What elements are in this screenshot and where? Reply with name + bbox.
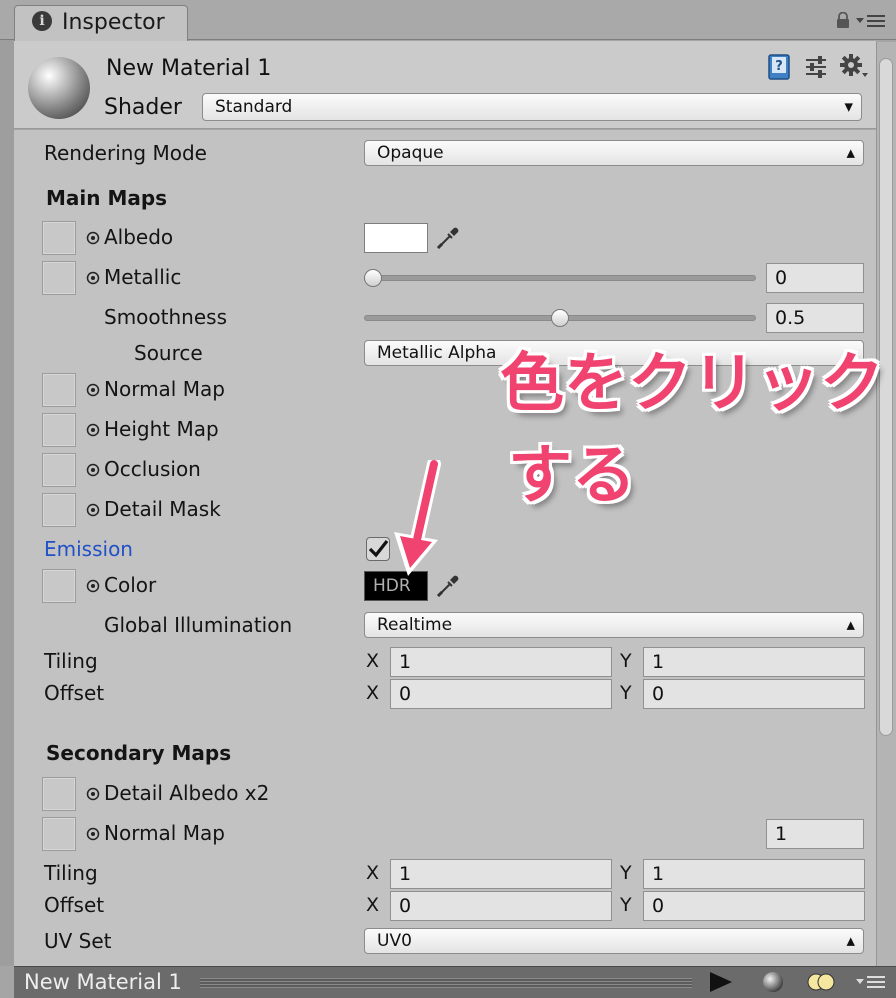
height-map-texture-slot[interactable] bbox=[42, 413, 76, 447]
shader-label: Shader bbox=[104, 95, 182, 120]
info-icon: i bbox=[32, 11, 52, 31]
shader-dropdown[interactable]: Standard ▼ bbox=[202, 93, 862, 121]
rendering-mode-value: Opaque bbox=[377, 143, 444, 163]
secondary-tiling-x-field[interactable]: 1 bbox=[390, 859, 612, 889]
target-icon[interactable] bbox=[86, 423, 100, 437]
chevron-down-icon: ▼ bbox=[844, 100, 853, 114]
menu-icon[interactable] bbox=[856, 974, 886, 990]
material-name: New Material 1 bbox=[106, 56, 272, 81]
occlusion-label: Occlusion bbox=[104, 457, 201, 481]
target-icon[interactable] bbox=[86, 787, 100, 801]
tiling-label: Tiling bbox=[44, 649, 98, 673]
tiling-x-field[interactable]: 1 bbox=[390, 647, 612, 677]
smoothness-value-field[interactable]: 0.5 bbox=[766, 303, 864, 333]
albedo-color-swatch[interactable] bbox=[364, 223, 428, 253]
emission-color-texture-slot[interactable] bbox=[42, 569, 76, 603]
detail-mask-texture-slot[interactable] bbox=[42, 493, 76, 527]
smoothness-slider-thumb[interactable] bbox=[551, 309, 569, 327]
eyedropper-icon[interactable] bbox=[434, 224, 462, 252]
target-icon[interactable] bbox=[86, 231, 100, 245]
metallic-label: Metallic bbox=[104, 265, 182, 289]
target-icon[interactable] bbox=[86, 827, 100, 841]
material-preview-sphere bbox=[28, 57, 90, 119]
emission-checkbox[interactable] bbox=[366, 537, 390, 561]
play-icon[interactable] bbox=[704, 970, 738, 994]
tiling-x-label: X bbox=[366, 650, 380, 672]
metallic-slider-track[interactable] bbox=[364, 275, 756, 281]
target-icon[interactable] bbox=[86, 463, 100, 477]
offset-y-label: Y bbox=[620, 682, 632, 704]
secondary-normal-map-label: Normal Map bbox=[104, 821, 225, 845]
occlusion-texture-slot[interactable] bbox=[42, 453, 76, 487]
source-label: Source bbox=[134, 341, 203, 365]
uv-set-label: UV Set bbox=[44, 929, 112, 953]
uv-set-value: UV0 bbox=[377, 931, 412, 951]
target-icon[interactable] bbox=[86, 271, 100, 285]
global-illumination-label: Global Illumination bbox=[104, 613, 293, 637]
normal-map-label: Normal Map bbox=[104, 377, 225, 401]
albedo-label: Albedo bbox=[104, 225, 174, 249]
secondary-offset-label: Offset bbox=[44, 893, 105, 917]
tab-title: Inspector bbox=[62, 10, 165, 35]
secondary-tiling-x-label: X bbox=[366, 862, 380, 884]
secondary-offset-x-field[interactable]: 0 bbox=[390, 891, 612, 921]
preset-icon[interactable] bbox=[804, 55, 828, 79]
global-illumination-dropdown[interactable]: Realtime ▲ bbox=[364, 612, 864, 638]
metallic-value-field[interactable]: 0 bbox=[766, 263, 864, 293]
offset-y-field[interactable]: 0 bbox=[643, 679, 865, 709]
stepper-arrows-icon: ▲ bbox=[846, 146, 855, 160]
gear-icon[interactable] bbox=[840, 53, 870, 81]
uv-set-dropdown[interactable]: UV0 ▲ bbox=[364, 928, 864, 954]
svg-text:?: ? bbox=[775, 59, 783, 74]
global-illumination-value: Realtime bbox=[377, 615, 453, 635]
shader-value: Standard bbox=[215, 97, 293, 117]
arrow-icon bbox=[394, 460, 441, 576]
help-icon[interactable]: ? bbox=[768, 54, 790, 80]
target-icon[interactable] bbox=[86, 503, 100, 517]
detail-albedo-texture-slot[interactable] bbox=[42, 777, 76, 811]
stepper-arrows-icon: ▲ bbox=[846, 934, 855, 948]
rendering-mode-label: Rendering Mode bbox=[44, 141, 207, 165]
secondary-maps-heading: Secondary Maps bbox=[46, 741, 232, 765]
target-icon[interactable] bbox=[86, 383, 100, 397]
main-maps-heading: Main Maps bbox=[46, 186, 168, 210]
offset-x-field[interactable]: 0 bbox=[390, 679, 612, 709]
metallic-slider-thumb[interactable] bbox=[364, 269, 382, 287]
sphere-icon[interactable] bbox=[760, 970, 786, 994]
albedo-texture-slot[interactable] bbox=[42, 221, 76, 255]
offset-label: Offset bbox=[44, 681, 105, 705]
secondary-normal-scale-field[interactable]: 1 bbox=[766, 819, 864, 849]
secondary-offset-y-label: Y bbox=[620, 894, 632, 916]
annotation-text-line1: 色をクリック bbox=[500, 347, 884, 421]
detail-albedo-label: Detail Albedo x2 bbox=[104, 781, 270, 805]
stepper-arrows-icon: ▲ bbox=[846, 618, 855, 632]
checkmark-icon bbox=[368, 540, 389, 558]
source-value: Metallic Alpha bbox=[377, 343, 497, 363]
preview-title: New Material 1 bbox=[24, 970, 182, 994]
height-map-label: Height Map bbox=[104, 417, 219, 441]
secondary-normal-map-texture-slot[interactable] bbox=[42, 817, 76, 851]
detail-mask-label: Detail Mask bbox=[104, 497, 221, 521]
normal-map-texture-slot[interactable] bbox=[42, 373, 76, 407]
secondary-offset-y-field[interactable]: 0 bbox=[643, 891, 865, 921]
secondary-tiling-y-field[interactable]: 1 bbox=[643, 859, 865, 889]
menu-icon[interactable] bbox=[856, 12, 886, 30]
secondary-tiling-label: Tiling bbox=[44, 861, 98, 885]
rendering-mode-dropdown[interactable]: Opaque ▲ bbox=[364, 140, 864, 166]
light-icon[interactable] bbox=[806, 970, 836, 994]
preview-resize-handle[interactable] bbox=[200, 978, 692, 988]
window-left-edge bbox=[0, 40, 14, 966]
metallic-texture-slot[interactable] bbox=[42, 261, 76, 295]
tiling-y-label: Y bbox=[620, 650, 632, 672]
secondary-offset-x-label: X bbox=[366, 894, 380, 916]
lock-icon[interactable] bbox=[836, 12, 850, 28]
target-icon[interactable] bbox=[86, 579, 100, 593]
smoothness-label: Smoothness bbox=[104, 305, 227, 329]
secondary-tiling-y-label: Y bbox=[620, 862, 632, 884]
tiling-y-field[interactable]: 1 bbox=[643, 647, 865, 677]
offset-x-label: X bbox=[366, 682, 380, 704]
emission-color-label: Color bbox=[104, 573, 157, 597]
annotation-text-line2: する bbox=[508, 439, 636, 513]
emission-label: Emission bbox=[44, 537, 133, 561]
